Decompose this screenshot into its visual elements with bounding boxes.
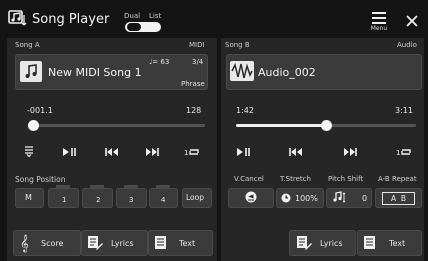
marker-1-tab (56, 185, 70, 188)
song-a-type: MIDI (189, 41, 205, 49)
menu-icon (372, 12, 386, 24)
song-a-length: 128 (186, 106, 202, 115)
marker-1-label: 1 (62, 196, 67, 204)
song-b-label: Song B (225, 41, 250, 49)
page-title: Song Player (32, 12, 110, 27)
song-position-label: Song Position (15, 175, 66, 184)
song-b-text-label: Text (389, 239, 406, 248)
song-b-type: Audio (397, 41, 417, 49)
song-a-list-icon[interactable] (24, 146, 34, 157)
pitch-shift-label: Pitch Shift (328, 175, 364, 183)
song-a-fast-forward-icon[interactable] (145, 147, 159, 157)
audio-song-icon (230, 61, 254, 81)
score-label: Score (41, 239, 64, 248)
song-position-m-label: M (25, 193, 32, 202)
song-b-lyrics-icon (296, 234, 313, 251)
ab-repeat-label: A-B Repeat (378, 175, 417, 183)
song-a-tempo: ♩= 63 (149, 58, 170, 66)
song-a-text-label: Text (179, 239, 196, 248)
song-a-lyrics-label: Lyrics (111, 239, 134, 248)
song-a-time-sig: 3/4 (192, 58, 204, 66)
song-b-lyrics-label: Lyrics (320, 239, 343, 248)
song-b-name-box[interactable] (226, 54, 422, 90)
close-button[interactable] (404, 13, 420, 29)
song-a-label: Song A (15, 41, 40, 49)
song-a-rewind-icon[interactable] (105, 147, 119, 157)
song-b-text-icon (363, 235, 376, 250)
list-label: List (149, 12, 162, 20)
song-a-name: New MIDI Song 1 (48, 66, 142, 79)
text-icon (154, 235, 167, 250)
marker-2-tab (90, 185, 104, 188)
close-icon (406, 15, 418, 27)
clock-icon (281, 193, 291, 203)
menu-button[interactable]: Menu (368, 11, 390, 35)
menu-label: Menu (370, 25, 388, 32)
song-b-slider-knob[interactable] (320, 120, 332, 131)
vcancel-label: V.Cancel (234, 175, 264, 183)
song-a-slider-knob[interactable] (27, 120, 39, 131)
marker-4-tab (156, 185, 170, 188)
tstretch-value: 100% (295, 194, 318, 203)
song-b-repeat-icon[interactable]: 1 (396, 147, 412, 157)
dual-label: Dual (124, 12, 141, 20)
score-icon: 𝄞 (20, 234, 29, 252)
loop-label: Loop (186, 193, 204, 202)
song-b-rewind-icon[interactable] (289, 147, 303, 157)
song-player-icon (8, 10, 28, 28)
marker-3-tab (124, 185, 138, 188)
song-b-position: 1:42 (236, 106, 254, 115)
song-b-track-fill (236, 124, 326, 127)
song-b-length: 3:11 (395, 106, 413, 115)
svg-text:1: 1 (396, 149, 400, 157)
toggle-knob (127, 23, 141, 31)
pitch-shift-icon (332, 191, 346, 204)
vcancel-icon (245, 191, 257, 204)
midi-song-icon (20, 61, 42, 82)
song-a-mode: Phrase (181, 80, 205, 88)
song-b-name: Audio_002 (258, 66, 316, 79)
song-a-position: -001.1 (27, 106, 53, 115)
dual-list-toggle[interactable] (125, 22, 161, 32)
ab-repeat-value: A B (382, 192, 415, 205)
pitch-shift-value: 0 (362, 194, 368, 203)
tstretch-label: T.Stretch (280, 175, 311, 183)
marker-4-label: 4 (161, 196, 166, 204)
song-a-track[interactable] (33, 124, 205, 127)
marker-2-label: 2 (96, 196, 101, 204)
song-a-repeat-icon[interactable]: 1 (184, 147, 200, 157)
svg-text:1: 1 (184, 149, 188, 157)
marker-3-label: 3 (129, 196, 134, 204)
song-b-fast-forward-icon[interactable] (343, 147, 357, 157)
song-b-play-pause-icon[interactable] (236, 147, 252, 157)
lyrics-icon (87, 234, 104, 251)
song-a-play-pause-icon[interactable] (62, 147, 78, 157)
